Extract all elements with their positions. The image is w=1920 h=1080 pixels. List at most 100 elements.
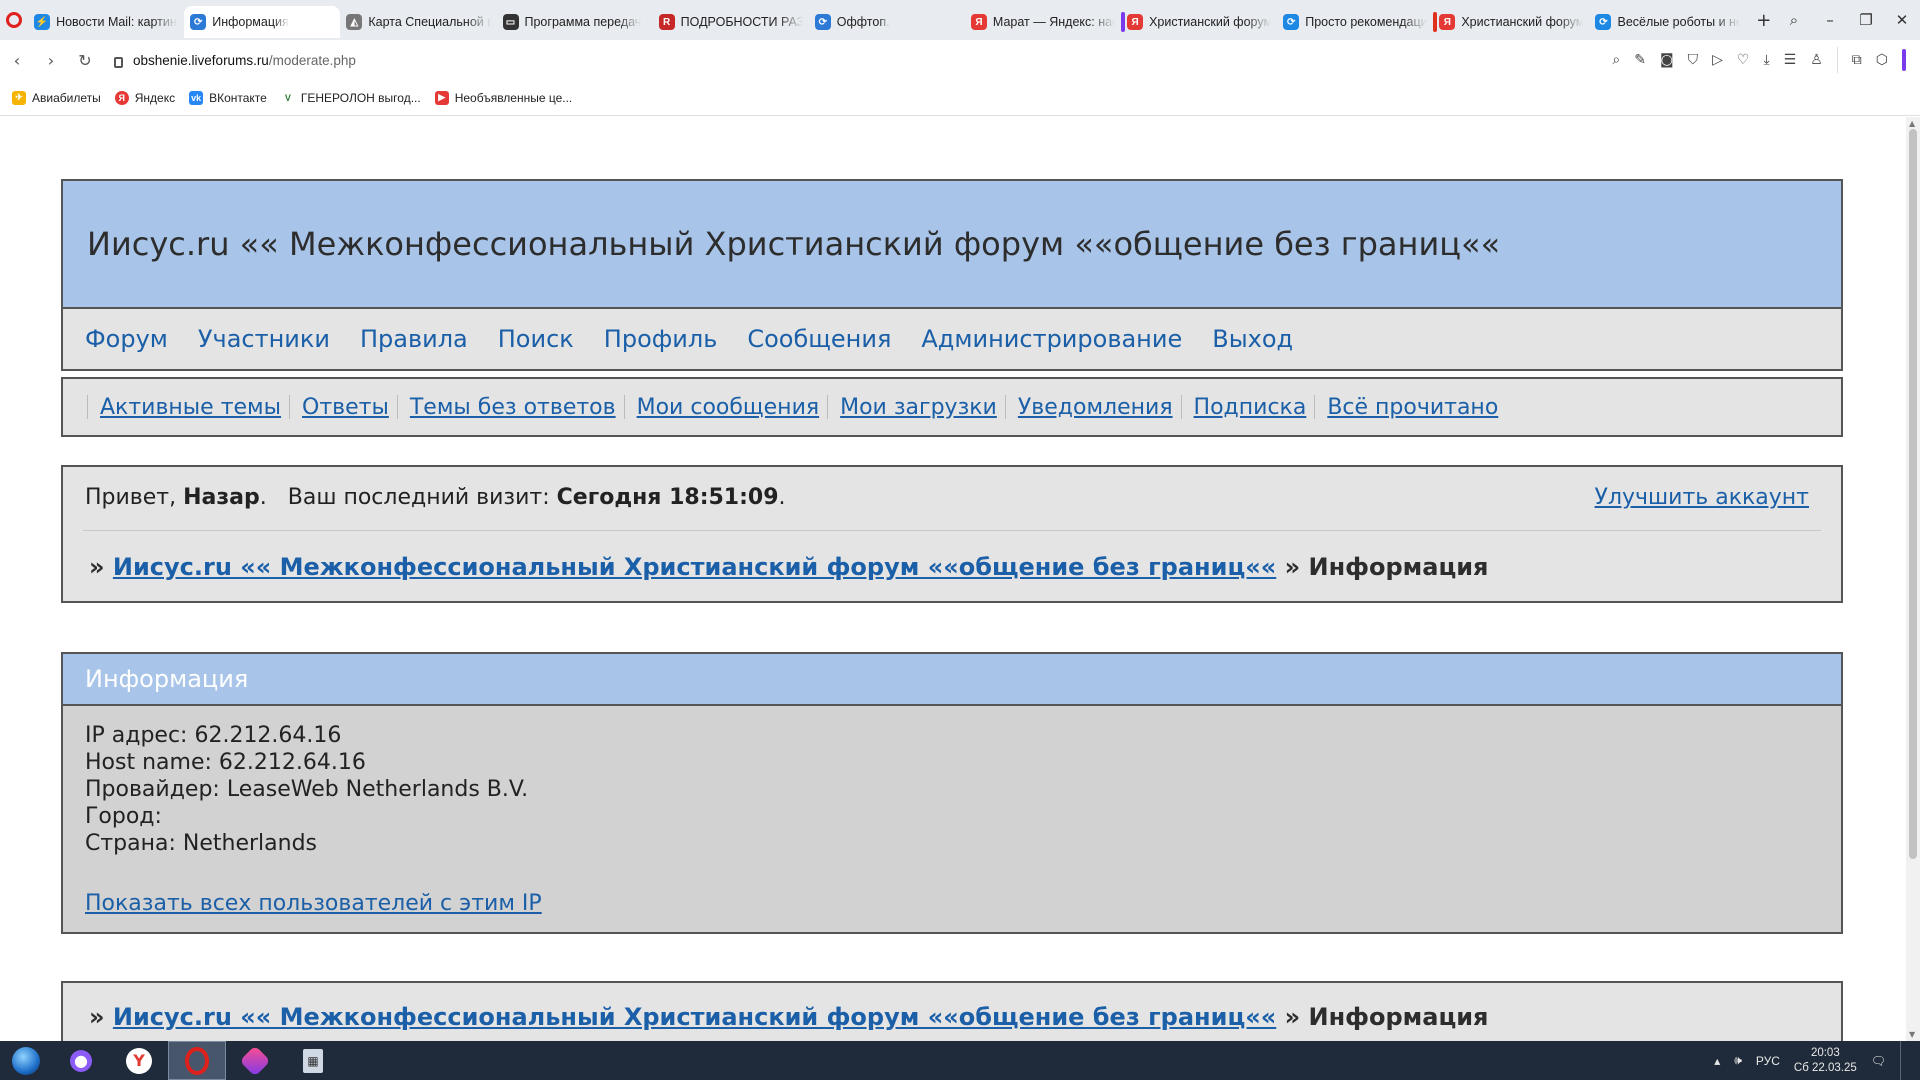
- breadcrumb: » Иисус.ru «« Межконфессиональный Христи…: [89, 553, 1488, 581]
- start-button[interactable]: [0, 1041, 52, 1080]
- nav-members[interactable]: Участники: [198, 325, 330, 353]
- tab-4[interactable]: R ПОДРОБНОСТИ РАЗГ: [653, 6, 809, 38]
- breadcrumb-separator: »: [1284, 1003, 1301, 1031]
- info-heading: Информация: [63, 654, 1841, 706]
- scroll-up-icon[interactable]: ▲: [1909, 119, 1915, 128]
- alice-icon: ●: [70, 1049, 92, 1072]
- liveforums-icon: ⟳: [1283, 14, 1300, 30]
- subnav-active-topics[interactable]: Активные темы: [100, 395, 281, 420]
- host-value: 62.212.64.16: [218, 750, 366, 775]
- show-desktop-button[interactable]: [1900, 1041, 1910, 1080]
- city-row: Город:: [85, 803, 528, 830]
- taskbar-gem-app[interactable]: [226, 1041, 284, 1080]
- bookmark-1[interactable]: Я Яндекс: [114, 90, 175, 105]
- subnav-replies[interactable]: Ответы: [302, 395, 389, 420]
- extensions-icon[interactable]: ⧉: [1852, 52, 1862, 68]
- sub-nav-divider: [1004, 395, 1006, 419]
- nav-messages[interactable]: Сообщения: [747, 325, 891, 353]
- mail-news-icon: ⚡: [34, 14, 51, 30]
- easy-setup-icon[interactable]: ☰: [1784, 52, 1797, 68]
- subnav-subscription[interactable]: Подписка: [1194, 395, 1307, 420]
- lock-icon[interactable]: [114, 56, 123, 68]
- username: Назар: [183, 485, 260, 510]
- clock[interactable]: 20:03 Сб 22.03.25: [1794, 1046, 1857, 1076]
- opera-menu-button[interactable]: [0, 0, 28, 40]
- tab-9[interactable]: Я Христианский форум: [1433, 6, 1589, 38]
- tab-0[interactable]: ⚡ Новости Mail: картин: [28, 6, 184, 38]
- breadcrumb-forum-link[interactable]: Иисус.ru «« Межконфессиональный Христиан…: [113, 553, 1276, 581]
- restore-icon[interactable]: ❐: [1848, 11, 1884, 29]
- url-field[interactable]: obshenie.liveforums.ru/moderate.php: [133, 53, 356, 68]
- nav-forum[interactable]: Форум: [85, 325, 168, 353]
- tab-10[interactable]: ⟳ Весёлые роботы и не: [1589, 6, 1745, 38]
- taskbar-yandex-browser[interactable]: Y: [110, 1041, 168, 1080]
- provider-row: Провайдер: LeaseWeb Netherlands B.V.: [85, 776, 528, 803]
- close-icon[interactable]: ✕: [1884, 11, 1920, 29]
- scrollbar-thumb[interactable]: [1909, 129, 1917, 859]
- taskbar-calculator[interactable]: ▦: [284, 1041, 342, 1080]
- minimize-icon[interactable]: –: [1812, 11, 1848, 29]
- page-scrollbar[interactable]: ▲ ▼: [1906, 117, 1920, 1041]
- info-panel: Информация IP адрес: 62.212.64.16 Host n…: [61, 652, 1843, 934]
- welcome-panel: Привет, Назар. Ваш последний визит: Сего…: [61, 465, 1843, 603]
- tab-2[interactable]: ◭ Карта Специальной в: [340, 6, 496, 38]
- play-icon[interactable]: ▷: [1712, 52, 1723, 68]
- welcome-line: Привет, Назар. Ваш последний визит: Сего…: [85, 485, 786, 510]
- windows-logo-icon: [12, 1046, 40, 1075]
- subnav-notifications[interactable]: Уведомления: [1018, 395, 1173, 420]
- search-page-icon[interactable]: ⌕: [1612, 52, 1620, 68]
- bookmark-4[interactable]: ▶ Необъявленные це...: [434, 90, 572, 105]
- new-tab-button[interactable]: +: [1752, 7, 1776, 33]
- subnav-unanswered[interactable]: Темы без ответов: [410, 395, 616, 420]
- ip-row: IP адрес: 62.212.64.16: [85, 722, 528, 749]
- yandex-icon: Я: [114, 90, 129, 105]
- subnav-my-posts[interactable]: Мои сообщения: [637, 395, 820, 420]
- volume-icon[interactable]: 🕪: [1734, 1053, 1742, 1068]
- tab-5[interactable]: ⟳ Оффтоп.: [809, 6, 965, 38]
- download-icon[interactable]: ⤓: [1763, 52, 1769, 68]
- cube-icon[interactable]: ⬡: [1876, 52, 1888, 68]
- tab-6[interactable]: Я Марат — Яндекс: нас: [965, 6, 1121, 38]
- forward-icon[interactable]: ›: [34, 51, 68, 70]
- tab-7[interactable]: Я Христианский форум: [1121, 6, 1277, 38]
- profile-icon[interactable]: ♙: [1810, 52, 1823, 68]
- tab-search-icon[interactable]: ⌕: [1776, 11, 1812, 29]
- camera-icon[interactable]: ◙: [1660, 52, 1674, 68]
- shield-icon[interactable]: ⛉: [1688, 52, 1699, 68]
- opera-icon: [185, 1046, 209, 1075]
- tab-8[interactable]: ⟳ Просто рекомендаци: [1277, 6, 1433, 38]
- address-bar: ‹ › ↻ obshenie.liveforums.ru/moderate.ph…: [0, 40, 1920, 80]
- breadcrumb-forum-link[interactable]: Иисус.ru «« Межконфессиональный Христиан…: [113, 1003, 1276, 1031]
- nav-search[interactable]: Поиск: [498, 325, 574, 353]
- heart-icon[interactable]: ♡: [1737, 52, 1750, 68]
- country-value: Netherlands: [182, 831, 318, 856]
- taskbar-opera[interactable]: [168, 1041, 226, 1080]
- tab-3[interactable]: ▭ Программа передач: [497, 6, 653, 38]
- back-icon[interactable]: ‹: [0, 51, 34, 70]
- tab-1[interactable]: ⟳ Информация: [184, 6, 341, 38]
- bookmark-3[interactable]: V ГЕНЕРОЛОН выгод...: [280, 90, 421, 105]
- nav-admin[interactable]: Администрирование: [921, 325, 1182, 353]
- taskbar-alice[interactable]: ●: [52, 1041, 110, 1080]
- toolbar-divider: [1836, 47, 1838, 73]
- sub-nav-divider: [827, 395, 829, 419]
- show-all-users-link[interactable]: Показать всех пользователей с этим IP: [85, 891, 542, 916]
- subnav-mark-read[interactable]: Всё прочитано: [1327, 395, 1498, 420]
- sub-nav-divider: [623, 395, 625, 419]
- edit-icon[interactable]: ✎: [1634, 52, 1646, 68]
- language-indicator[interactable]: РУС: [1756, 1054, 1780, 1068]
- reload-icon[interactable]: ↻: [68, 51, 102, 70]
- bookmark-0[interactable]: ✈ Авиабилеты: [12, 90, 101, 105]
- notifications-icon[interactable]: 🗨: [1871, 1054, 1886, 1068]
- bookmark-2[interactable]: vk ВКонтакте: [189, 90, 267, 105]
- nav-profile[interactable]: Профиль: [604, 325, 718, 353]
- nav-logout[interactable]: Выход: [1212, 325, 1293, 353]
- scroll-down-icon[interactable]: ▼: [1909, 1030, 1915, 1039]
- upgrade-account-link[interactable]: Улучшить аккаунт: [1595, 485, 1809, 510]
- nav-rules[interactable]: Правила: [360, 325, 468, 353]
- breadcrumb-prefix: »: [89, 553, 105, 581]
- tray-expand-icon[interactable]: ▴: [1714, 1054, 1720, 1068]
- bookmarks-bar: ✈ Авиабилеты Я Яндекс vk ВКонтакте V ГЕНЕРОЛ…: [0, 80, 1920, 116]
- sub-nav-divider: [396, 395, 398, 419]
- subnav-my-uploads[interactable]: Мои загрузки: [840, 395, 997, 420]
